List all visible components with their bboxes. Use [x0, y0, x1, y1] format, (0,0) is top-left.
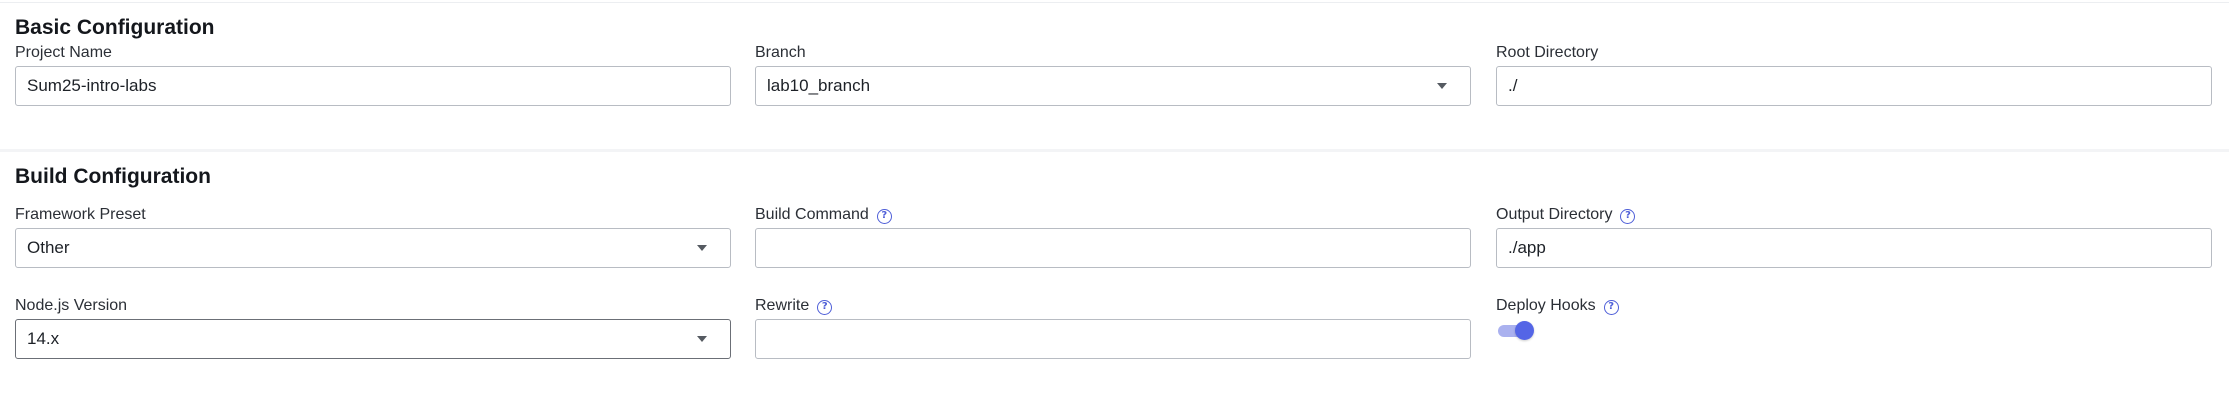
root-directory-label: Root Directory	[1496, 44, 1598, 62]
chevron-down-icon	[697, 245, 707, 251]
build-configuration-title: Build Configuration	[15, 165, 211, 188]
help-icon[interactable]: ?	[1603, 299, 1619, 315]
node-version-select[interactable]: 14.x	[15, 319, 731, 359]
branch-select[interactable]: lab10_branch	[755, 66, 1471, 106]
rewrite-input[interactable]	[755, 319, 1471, 359]
toggle-knob	[1515, 321, 1534, 340]
framework-preset-label: Framework Preset	[15, 206, 146, 224]
project-name-input[interactable]: Sum25-intro-labs	[15, 66, 731, 106]
framework-preset-select[interactable]: Other	[15, 228, 731, 268]
basic-configuration-section: Basic Configuration Project Name Sum25-i…	[0, 3, 2229, 151]
output-directory-input[interactable]: ./app	[1496, 228, 2212, 268]
build-command-label: Build Command ?	[755, 206, 892, 224]
deploy-hooks-label-text: Deploy Hooks	[1496, 297, 1596, 314]
branch-value: lab10_branch	[767, 76, 871, 95]
help-icon[interactable]: ?	[817, 299, 833, 315]
branch-label-text: Branch	[755, 44, 806, 61]
settings-page: Basic Configuration Project Name Sum25-i…	[0, 0, 2229, 412]
node-version-value: 14.x	[27, 329, 60, 348]
deploy-hooks-toggle[interactable]	[1498, 321, 1534, 341]
help-icon[interactable]: ?	[1620, 208, 1636, 224]
basic-configuration-title: Basic Configuration	[15, 16, 215, 39]
framework-preset-value: Other	[27, 238, 70, 257]
build-command-input[interactable]	[755, 228, 1471, 268]
project-name-label: Project Name	[15, 44, 112, 62]
build-command-label-text: Build Command	[755, 206, 869, 223]
root-directory-label-text: Root Directory	[1496, 44, 1599, 61]
output-directory-label: Output Directory ?	[1496, 206, 1636, 224]
root-directory-input[interactable]: ./	[1496, 66, 2212, 106]
output-directory-value: ./app	[1508, 238, 1546, 257]
root-directory-value: ./	[1508, 76, 1518, 95]
rewrite-label-text: Rewrite	[755, 297, 810, 314]
chevron-down-icon	[1437, 83, 1447, 89]
chevron-down-icon	[697, 336, 707, 342]
project-name-value: Sum25-intro-labs	[27, 76, 157, 95]
help-icon[interactable]: ?	[876, 208, 892, 224]
build-configuration-section: Build Configuration Framework Preset Oth…	[0, 152, 2229, 412]
node-version-label: Node.js Version	[15, 297, 127, 315]
rewrite-label: Rewrite ?	[755, 297, 833, 315]
framework-preset-label-text: Framework Preset	[15, 206, 146, 223]
project-name-label-text: Project Name	[15, 44, 112, 61]
deploy-hooks-label: Deploy Hooks ?	[1496, 297, 1619, 315]
branch-label: Branch	[755, 44, 806, 62]
node-version-label-text: Node.js Version	[15, 297, 128, 314]
output-directory-label-text: Output Directory	[1496, 206, 1613, 223]
